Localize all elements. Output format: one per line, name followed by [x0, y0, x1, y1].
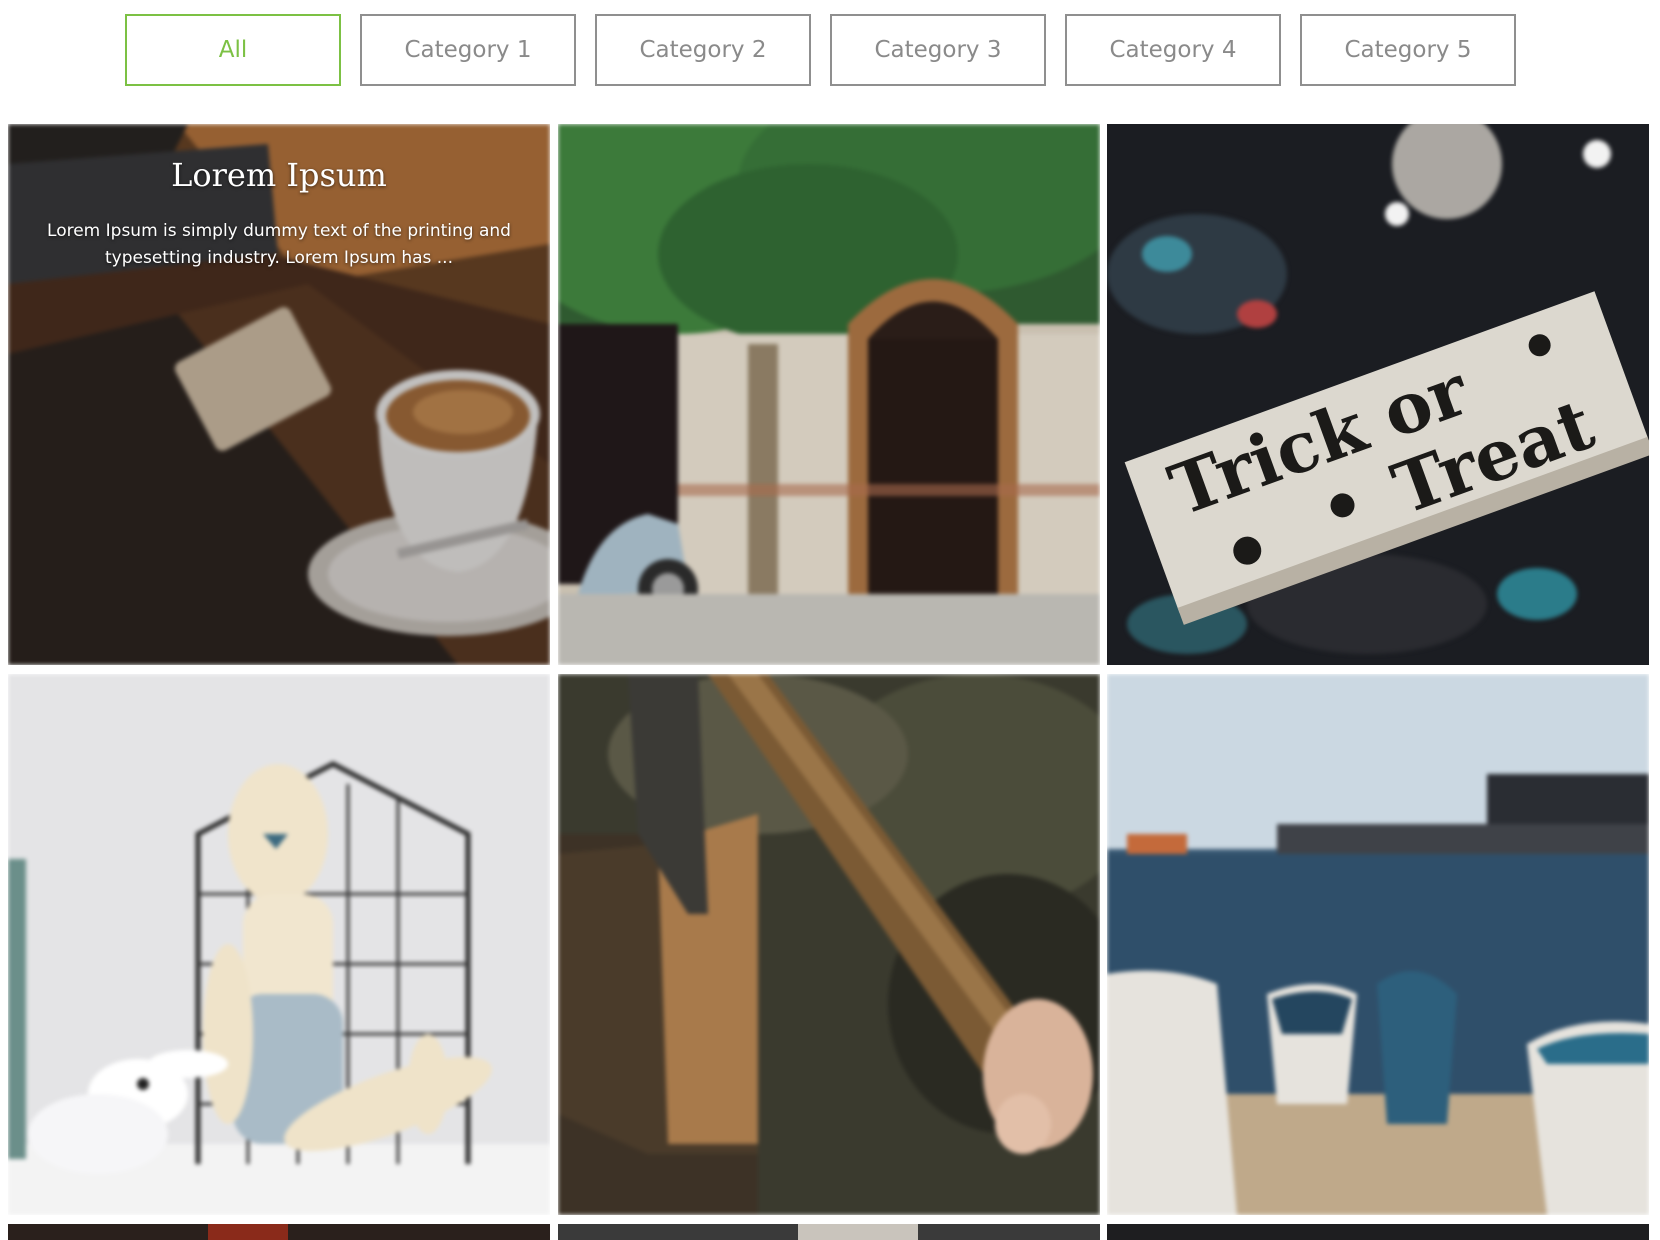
- gallery-item-door[interactable]: [558, 124, 1100, 665]
- gallery-image: [1107, 1224, 1649, 1240]
- filter-category-2-button[interactable]: Category 2: [595, 14, 811, 86]
- gallery-item-harbor[interactable]: [1107, 674, 1649, 1215]
- gallery-item-row3-1[interactable]: [8, 1224, 550, 1240]
- category-filter-bar: All Category 1 Category 2 Category 3 Cat…: [0, 0, 1660, 124]
- gallery-item-halloween[interactable]: Trick or Treat: [1107, 124, 1649, 665]
- harbor-boats-image: [1107, 674, 1649, 1215]
- gallery-item-row3-3[interactable]: [1107, 1224, 1649, 1240]
- gallery-item-caption: Lorem Ipsum Lorem Ipsum is simply dummy …: [8, 124, 550, 272]
- gallery-image: [558, 1224, 1100, 1240]
- gallery-item-excerpt: Lorem Ipsum is simply dummy text of the …: [47, 221, 511, 268]
- trick-or-treat-image: Trick or Treat: [1107, 124, 1649, 665]
- gallery-item-axe[interactable]: [558, 674, 1100, 1215]
- gallery-item-title: Lorem Ipsum: [171, 156, 387, 194]
- filter-category-1-button[interactable]: Category 1: [360, 14, 576, 86]
- filter-category-5-button[interactable]: Category 5: [1300, 14, 1516, 86]
- filter-all-button[interactable]: All: [125, 14, 341, 86]
- gallery-item-coffee[interactable]: Lorem Ipsum Lorem Ipsum is simply dummy …: [8, 124, 550, 665]
- gallery-item-row3-2[interactable]: [558, 1224, 1100, 1240]
- filter-category-4-button[interactable]: Category 4: [1065, 14, 1281, 86]
- door-scooter-image: [558, 124, 1100, 665]
- bunny-toy-image: [8, 674, 550, 1215]
- gallery-item-bunny[interactable]: [8, 674, 550, 1215]
- filter-category-3-button[interactable]: Category 3: [830, 14, 1046, 86]
- axe-log-image: [558, 674, 1100, 1215]
- gallery-image: [8, 1224, 550, 1240]
